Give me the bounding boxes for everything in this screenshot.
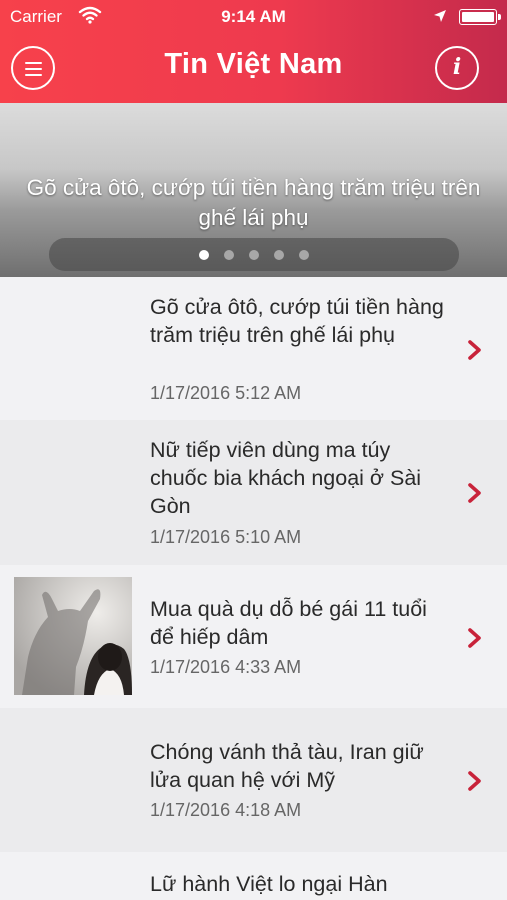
article-thumbnail <box>14 577 132 695</box>
status-bar: Carrier 9:14 AM <box>0 0 507 34</box>
page-dot-1[interactable] <box>199 250 209 260</box>
article-date: 1/17/2016 4:18 AM <box>150 800 302 820</box>
thumbnail-photo <box>14 577 132 695</box>
article-row[interactable]: Gõ cửa ôtô, cướp túi tiền hàng trăm triệ… <box>0 277 507 420</box>
info-icon: i <box>452 54 462 80</box>
page-dot-4[interactable] <box>274 250 284 260</box>
navigation-bar: Carrier 9:14 AM Tin Việt Nam i <box>0 0 507 103</box>
article-title: Chóng vánh thả tàu, Iran giữ lửa quan hệ… <box>150 740 424 792</box>
info-button[interactable]: i <box>435 46 479 90</box>
article-title: Lữ hành Việt lo ngại Hàn <box>150 872 388 896</box>
article-title: Gõ cửa ôtô, cướp túi tiền hàng trăm triệ… <box>150 295 444 347</box>
chevron-right-icon <box>468 771 481 791</box>
article-row[interactable]: Nữ tiếp viên dùng ma túy chuốc bia khách… <box>0 420 507 565</box>
location-arrow-icon <box>434 10 446 22</box>
article-row[interactable]: Mua quà dụ dỗ bé gái 11 tuổi để hiếp dâm… <box>0 565 507 708</box>
page-title: Tin Việt Nam <box>164 48 343 80</box>
page-dot-5[interactable] <box>299 250 309 260</box>
article-date: 1/17/2016 5:10 AM <box>150 527 302 547</box>
article-title: Nữ tiếp viên dùng ma túy chuốc bia khách… <box>150 438 422 518</box>
article-row[interactable]: Lữ hành Việt lo ngại Hàn <box>0 852 507 900</box>
chevron-right-icon <box>468 483 481 503</box>
battery-icon <box>459 9 501 25</box>
page-dot-2[interactable] <box>224 250 234 260</box>
banner-title: Gõ cửa ôtô, cướp túi tiền hàng trăm triệ… <box>26 175 481 230</box>
article-row[interactable]: Chóng vánh thả tàu, Iran giữ lửa quan hệ… <box>0 708 507 852</box>
article-date: 1/17/2016 4:33 AM <box>150 657 302 677</box>
article-date: 1/17/2016 5:12 AM <box>150 383 302 403</box>
chevron-right-icon <box>468 628 481 648</box>
chevron-right-icon <box>468 340 481 360</box>
article-title: Mua quà dụ dỗ bé gái 11 tuổi để hiếp dâm <box>150 597 427 649</box>
page-indicator[interactable] <box>49 238 459 271</box>
featured-banner[interactable]: Gõ cửa ôtô, cướp túi tiền hàng trăm triệ… <box>0 103 507 277</box>
page-dot-3[interactable] <box>249 250 259 260</box>
status-time: 9:14 AM <box>221 7 286 26</box>
